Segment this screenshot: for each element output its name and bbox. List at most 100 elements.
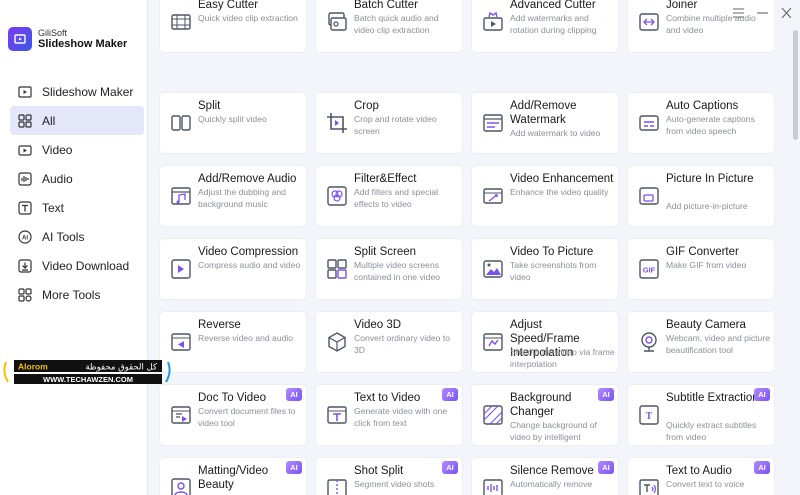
tool-card-adjust-speed-frame-interpolation[interactable]: Adjust Speed/Frame Interpolation Smooth t… [472,312,618,372]
tool-card-video-compression[interactable]: Video Compression Compress audio and vide… [160,239,306,299]
tool-description: Segment video shots [354,479,435,489]
tool-title: Add/Remove Audio [198,173,297,185]
tool-card-picture-in-picture[interactable]: Picture In Picture Add picture-in-picture [628,166,774,226]
watermark-stamp: Alorom كل الحقوق محفوظة WWW.TECHAWZEN.CO… [2,358,172,386]
minimize-icon[interactable] [756,6,768,20]
tool-card-background-changer[interactable]: Background Changer Change background of v… [472,385,618,445]
tool-card-crop[interactable]: Crop Crop and rotate video screen [316,93,462,153]
tool-description: Compress audio and video [198,260,301,270]
close-icon[interactable] [780,6,792,20]
watermark-icon [481,111,505,135]
tools-grid: Easy Cutter Quick video clip extraction Ba… [148,0,800,495]
tool-description: Convert ordinary video to 3D [354,333,451,355]
text-icon [18,200,32,215]
sidebar-item-video-download[interactable]: Video Download [10,251,144,280]
menu-icon[interactable] [732,6,744,20]
background-icon [481,403,505,427]
tool-card-add-remove-audio[interactable]: Add/Remove Audio Adjust the dubbing and b… [160,166,306,226]
tool-card-batch-cutter[interactable]: Batch Cutter Batch quick audio and video … [316,0,462,52]
tool-card-reverse[interactable]: Reverse Reverse video and audio [160,312,306,372]
tool-card-gif-converter[interactable]: GIF GIF Converter Make GIF from video [628,239,774,299]
tool-title: GIF Converter [666,246,739,258]
tool-card-video-to-picture[interactable]: Video To Picture Take screenshots from vi… [472,239,618,299]
tool-card-text-to-audio[interactable]: Text to Audio Convert text to voice AI [628,458,774,495]
watermark-url: WWW.TECHAWZEN.COM [43,375,133,384]
tool-title: Beauty Camera [666,319,746,331]
download-icon [18,258,32,273]
text-audio-icon [637,476,661,495]
tool-card-shot-split[interactable]: Shot Split Segment video shots AI [316,458,462,495]
tool-description: Quickly extract subtitles from video [666,420,757,442]
webcam-icon [637,330,661,354]
sidebar-item-label: Video Download [42,258,130,273]
sidebar-item-text[interactable]: Text [10,193,144,222]
tool-title: Add/Remove Watermark [510,100,577,126]
matting-icon [169,476,193,495]
tool-card-auto-captions[interactable]: Auto Captions Auto-generate captions from… [628,93,774,153]
tool-title: Advanced Cutter [510,0,596,11]
tool-card-add-remove-watermark[interactable]: Add/Remove Watermark Add watermark to vid… [472,93,618,153]
tool-description: Change background of video by intelligen… [510,420,597,442]
split-screen-icon [325,257,349,281]
sidebar-item-label: AI Tools [42,229,85,244]
scrollbar[interactable] [793,30,798,140]
tool-title: Auto Captions [666,100,739,112]
tool-description: Reverse video and audio [198,333,294,343]
ai-badge: AI [286,388,302,401]
tool-description: Convert document files to video tool [198,406,296,428]
sidebar-item-more-tools[interactable]: More Tools [10,280,144,309]
tool-title: Crop [354,100,379,112]
tool-description: Add watermark to video [510,128,601,138]
sidebar-item-all[interactable]: All [10,106,144,135]
tool-description: Automatically remove [510,479,593,489]
tool-card-advanced-cutter[interactable]: Advanced Cutter Add watermarks and rotati… [472,0,618,52]
tool-card-video-3d[interactable]: Video 3D Convert ordinary video to 3D [316,312,462,372]
tool-card-split-screen[interactable]: Split Screen Multiple video screens conta… [316,239,462,299]
tool-description: Auto-generate captions from video speech [666,114,755,136]
tool-card-matting-video-beauty[interactable]: Matting/Video BeautyExtract characters f… [160,458,306,495]
text-video-icon [325,403,349,427]
tool-card-split[interactable]: Split Quickly split video [160,93,306,153]
svg-text:GIF: GIF [643,266,656,275]
sidebar-item-slideshow-maker[interactable]: Slideshow Maker [10,77,144,106]
tool-description: Enhance the video quality [510,187,609,197]
ai-icon: AI [18,229,32,244]
tool-description: Adjust the dubbing and background music [198,187,286,209]
crown-film-icon [481,10,505,34]
tool-card-filter-effect[interactable]: Filter&Effect Add filters and special eff… [316,166,462,226]
music-note-icon [169,184,193,208]
watermark-latin: Alorom [18,362,48,372]
tool-description: Multiple video screens contained in one … [354,260,441,282]
sidebar-item-audio[interactable]: Audio [10,164,144,193]
tool-card-doc-to-video[interactable]: Doc To Video Convert document files to vi… [160,385,306,445]
tool-card-text-to-video[interactable]: Text to Video Generate video with one cli… [316,385,462,445]
speed-icon [481,330,505,354]
filter-icon [325,184,349,208]
video-icon [18,143,32,157]
tool-title: Reverse [198,319,241,331]
sidebar-item-ai-tools[interactable]: AI AI Tools [10,222,144,251]
tool-card-easy-cutter[interactable]: Easy Cutter Quick video clip extraction [160,0,306,52]
doc-video-icon [169,403,193,427]
tool-description: Crop and rotate video screen [354,114,437,136]
ai-badge: AI [598,388,614,401]
tool-description: Take screenshots from video [510,260,597,282]
audio-icon [18,171,32,186]
tool-card-video-enhancement[interactable]: Video Enhancement Enhance the video quali… [472,166,618,226]
sidebar-item-video[interactable]: Video [10,135,144,164]
tool-card-silence-remove[interactable]: Silence Remove Automatically remove AI [472,458,618,495]
cube-icon [325,330,349,354]
tool-card-beauty-camera[interactable]: Beauty Camera Webcam, video and picture b… [628,312,774,372]
captions-icon [637,111,661,135]
gif-icon: GIF [637,257,661,281]
ai-badge: AI [442,388,458,401]
all-grid-icon [18,113,32,128]
tool-title: Split [198,100,221,112]
app-logo-icon [8,27,32,51]
enhance-icon [481,184,505,208]
compress-icon [169,257,193,281]
tool-card-subtitle-extraction[interactable]: T Subtitle Extraction Quickly extract subt… [628,385,774,445]
tool-title: Easy Cutter [198,0,259,11]
svg-text:AI: AI [22,235,28,241]
pip-icon [637,184,661,208]
